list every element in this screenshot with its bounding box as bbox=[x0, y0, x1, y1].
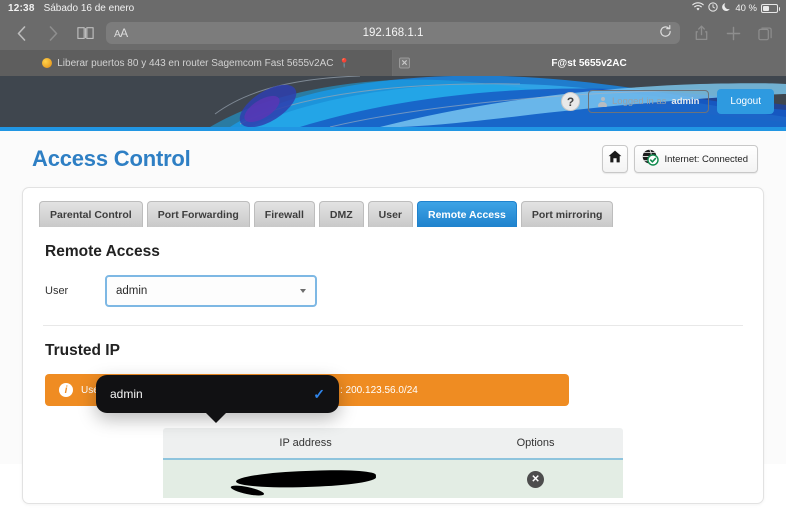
back-chevron-icon[interactable] bbox=[10, 22, 32, 44]
card-content: Remote Access User admin Trusted IP i Us… bbox=[23, 227, 763, 498]
home-icon bbox=[608, 150, 622, 168]
person-icon bbox=[598, 96, 607, 107]
book-icon[interactable] bbox=[74, 22, 96, 44]
forward-chevron-icon bbox=[42, 22, 64, 44]
ios-status-bar: 12:38 Sábado 16 de enero 40 % bbox=[0, 0, 786, 16]
info-icon: i bbox=[59, 383, 73, 397]
page-header-row: Access Control Internet: Connected bbox=[0, 131, 786, 187]
delete-circle-icon[interactable]: ✕ bbox=[527, 470, 545, 488]
status-bar-date: Sábado 16 de enero bbox=[43, 2, 135, 14]
address-bar[interactable]: AA 192.168.1.1 bbox=[106, 22, 680, 44]
tab-dmz[interactable]: DMZ bbox=[318, 201, 364, 227]
logged-in-indicator: Logged in as admin bbox=[588, 90, 710, 113]
alarm-clock-icon bbox=[708, 1, 719, 15]
tabs-icon[interactable] bbox=[754, 22, 776, 44]
browser-tab-strip: Liberar puertos 80 y 443 en router Sagem… bbox=[0, 50, 786, 76]
table-row: ✕ bbox=[163, 460, 623, 498]
tab-parental-control[interactable]: Parental Control bbox=[39, 201, 143, 227]
share-icon[interactable] bbox=[690, 22, 712, 44]
battery-icon bbox=[761, 3, 780, 13]
trusted-ip-table: IP address Options ✕ bbox=[163, 428, 623, 498]
user-select-value: admin bbox=[116, 285, 148, 297]
logged-in-prefix: Logged in as bbox=[612, 96, 667, 107]
user-select[interactable]: admin bbox=[105, 275, 317, 307]
battery-percent-label: 40 % bbox=[735, 2, 757, 14]
tab-remote-access[interactable]: Remote Access bbox=[417, 201, 517, 227]
browser-tab-2[interactable]: ✕ F@st 5655v2AC bbox=[393, 50, 786, 76]
remote-access-heading: Remote Access bbox=[45, 243, 160, 260]
browser-tab-title: Liberar puertos 80 y 443 en router Sagem… bbox=[57, 57, 334, 69]
tab-user[interactable]: User bbox=[367, 201, 413, 227]
url-text: 192.168.1.1 bbox=[362, 27, 424, 39]
header-right-controls: ? Logged in as admin Logout bbox=[561, 76, 774, 127]
cell-options: ✕ bbox=[448, 460, 623, 498]
browser-tab-1[interactable]: Liberar puertos 80 y 443 en router Sagem… bbox=[0, 50, 393, 76]
plus-icon[interactable] bbox=[722, 22, 744, 44]
page-header-actions: Internet: Connected bbox=[601, 145, 758, 173]
logout-button[interactable]: Logout bbox=[717, 89, 774, 114]
wifi-icon bbox=[692, 1, 705, 15]
moon-icon bbox=[722, 2, 731, 15]
page-title: Access Control bbox=[32, 146, 191, 171]
cell-ip-address bbox=[163, 460, 448, 498]
page-body: Access Control Internet: Connected Paren… bbox=[0, 131, 786, 504]
table-header-row: IP address Options bbox=[163, 428, 623, 460]
popup-arrow bbox=[204, 411, 228, 423]
user-field-row: User admin bbox=[41, 261, 745, 325]
pin-icon: 📍 bbox=[338, 57, 350, 68]
select-option-label: admin bbox=[110, 387, 143, 401]
column-header-ip-address: IP address bbox=[279, 437, 332, 449]
home-button[interactable] bbox=[601, 145, 628, 173]
tab-port-forwarding[interactable]: Port Forwarding bbox=[146, 201, 250, 227]
nav-tabs: Parental Control Port Forwarding Firewal… bbox=[23, 188, 763, 227]
status-bar-time: 12:38 bbox=[8, 2, 35, 14]
logged-in-username: admin bbox=[671, 96, 700, 107]
tab-firewall[interactable]: Firewall bbox=[253, 201, 315, 227]
tab-port-mirroring[interactable]: Port mirroring bbox=[520, 201, 614, 227]
router-header-banner: ? Logged in as admin Logout bbox=[0, 76, 786, 131]
status-bar-left: 12:38 Sábado 16 de enero bbox=[8, 3, 134, 14]
status-bar-right: 40 % bbox=[692, 0, 780, 16]
browser-toolbar: AA 192.168.1.1 bbox=[0, 16, 786, 50]
close-icon[interactable]: ✕ bbox=[399, 57, 410, 69]
internet-status-badge[interactable]: Internet: Connected bbox=[633, 145, 758, 173]
globe-connected-icon bbox=[641, 148, 660, 170]
browser-tab-title: F@st 5655v2AC bbox=[551, 57, 627, 69]
help-icon[interactable]: ? bbox=[561, 92, 580, 111]
content-card: Parental Control Port Forwarding Firewal… bbox=[22, 187, 764, 504]
reload-icon[interactable] bbox=[659, 25, 672, 41]
favicon-icon bbox=[42, 58, 53, 68]
user-field-label: User bbox=[45, 285, 69, 297]
internet-status-label: Internet: Connected bbox=[664, 153, 748, 165]
column-header-options: Options bbox=[516, 437, 555, 449]
checkmark-icon: ✓ bbox=[313, 385, 325, 402]
redaction-mark bbox=[235, 468, 376, 490]
trusted-ip-heading: Trusted IP bbox=[45, 342, 120, 359]
chevron-down-icon bbox=[300, 289, 306, 293]
select-option-popup[interactable]: admin ✓ bbox=[96, 375, 339, 413]
